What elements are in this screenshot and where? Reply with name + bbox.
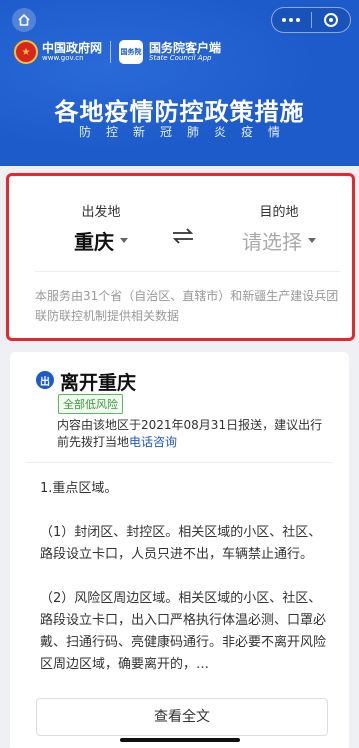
target-icon (323, 13, 338, 27)
home-indicator (120, 738, 240, 742)
close-mini-program-button[interactable] (312, 13, 351, 27)
brand-row: ★ 中国政府网 www.gov.cn 国务院 国务院客户端 State Coun… (14, 40, 221, 64)
gov-url: www.gov.cn (42, 53, 84, 62)
dropdown-caret-icon (308, 238, 316, 243)
swap-icon[interactable] (172, 228, 194, 244)
departure-value: 重庆 (74, 230, 114, 254)
report-info: 内容由该地区于2021年08月31日报送，建议出行前先拨打当地电话咨询 (57, 418, 323, 449)
policy-result-card: 出 离开重庆 全部低风险 内容由该地区于2021年08月31日报送，建议出行前先… (10, 352, 349, 748)
state-council-app-icon: 国务院 (119, 40, 144, 64)
departure-selector[interactable]: 出发地 重庆 (61, 201, 141, 255)
app-en-name: State Council App (149, 53, 212, 62)
destination-value: 请选择 (242, 230, 302, 254)
app-name: 国务院客户端 (149, 40, 222, 55)
more-menu-button[interactable] (272, 18, 311, 22)
destination-selector[interactable]: 目的地 请选择 (224, 201, 334, 255)
page-subtitle: 防控新冠肺炎疫情 (78, 125, 295, 139)
risk-level-badge: 全部低风险 (58, 394, 123, 414)
route-search-card: 出发地 重庆 目的地 请选择 本服务由31个省（自治区、直辖市）和新疆生产建设兵… (6, 173, 355, 341)
policy-paragraph: （1）封闭区、封控区。相关区域的小区、社区、路段设立卡口，人员只进不出，车辆禁止… (40, 525, 322, 562)
phone-consult-link[interactable]: 电话咨询 (129, 435, 177, 449)
dropdown-caret-icon (120, 238, 128, 243)
home-button[interactable] (12, 8, 36, 32)
view-full-text-button[interactable]: 查看全文 (36, 698, 328, 736)
national-emblem-icon: ★ (14, 40, 38, 64)
app-header: ★ 中国政府网 www.gov.cn 国务院 国务院客户端 State Coun… (0, 0, 359, 166)
home-icon (18, 13, 30, 26)
departure-label: 出发地 (81, 205, 121, 220)
departure-badge-icon: 出 (36, 371, 54, 389)
policy-paragraph: 1.重点区域。 (40, 481, 118, 496)
destination-label: 目的地 (259, 205, 299, 220)
mini-program-capsule (271, 7, 351, 33)
page-title: 各地疫情防控政策措施 (54, 98, 305, 126)
policy-content: 1.重点区域。 （1）封闭区、封控区。相关区域的小区、社区、路段设立卡口，人员只… (40, 478, 332, 676)
data-source-notice: 本服务由31个省（自治区、直辖市）和新疆生产建设兵团联防联控机制提供相关数据 (35, 289, 339, 323)
result-title: 离开重庆 (60, 372, 137, 394)
gov-name: 中国政府网 (42, 40, 103, 55)
policy-paragraph: （2）风险区周边区域。相关区域的小区、社区、路段设立卡口，出入口严格执行体温必测… (40, 591, 327, 672)
